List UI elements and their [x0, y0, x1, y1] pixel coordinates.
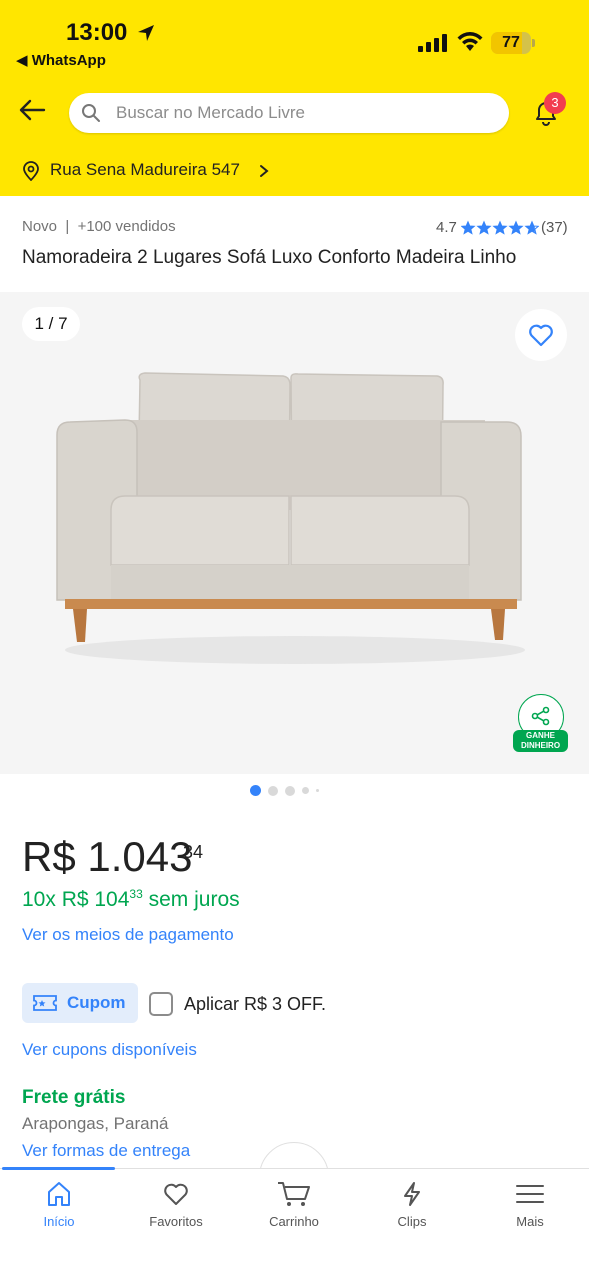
tab-label: Clips	[397, 1214, 427, 1229]
rating-value: 4.7	[436, 219, 457, 236]
tab-label: Início	[43, 1214, 75, 1229]
apply-coupon-checkbox[interactable]	[149, 992, 173, 1016]
home-icon	[48, 1182, 70, 1206]
battery-indicator: 77	[491, 32, 535, 54]
back-to-app-link[interactable]: ◀ WhatsApp	[16, 51, 106, 69]
tab-label: Mais	[516, 1214, 544, 1229]
tab-clips[interactable]: Clips	[353, 1180, 471, 1229]
search-input[interactable]: Buscar no Mercado Livre	[69, 93, 509, 133]
favorite-button[interactable]	[515, 309, 567, 361]
battery-percent: 77	[502, 34, 520, 51]
ticket-icon	[33, 995, 57, 1011]
product-condition: Novo | +100 vendidos	[22, 218, 176, 235]
location-arrow-icon	[138, 25, 154, 41]
price-main: R$ 1.043	[22, 833, 193, 880]
active-tab-indicator	[2, 1167, 115, 1170]
product-title: Namoradeira 2 Lugares Sofá Luxo Conforto…	[22, 247, 517, 268]
delivery-options-link[interactable]: Ver formas de entrega	[22, 1141, 190, 1161]
clips-icon	[404, 1182, 420, 1206]
star-icon	[476, 220, 492, 235]
heart-icon	[164, 1183, 188, 1205]
share-icon	[531, 706, 550, 726]
rating-stars	[461, 220, 539, 235]
tab-carrinho[interactable]: Carrinho	[235, 1180, 353, 1229]
coupon-button[interactable]: Cupom	[22, 983, 138, 1023]
tab-label: Favoritos	[149, 1214, 203, 1229]
pagination-dot	[302, 787, 309, 794]
menu-icon	[516, 1185, 544, 1203]
price-cents: 34	[183, 842, 204, 862]
share-earn-label: GANHE DINHEIRO	[513, 730, 568, 752]
free-shipping-title: Frete grátis	[22, 1087, 126, 1108]
product-image-sofa	[56, 372, 525, 664]
heart-icon	[529, 324, 553, 347]
tab-favoritos[interactable]: Favoritos	[117, 1180, 235, 1229]
notification-badge: 3	[544, 92, 566, 114]
pagination-dot	[285, 785, 295, 796]
tab-label: Carrinho	[269, 1214, 319, 1229]
tab-mais[interactable]: Mais	[471, 1180, 589, 1229]
search-placeholder: Buscar no Mercado Livre	[116, 103, 305, 122]
star-icon	[461, 220, 476, 235]
shipping-origin: Arapongas, Paraná	[22, 1114, 169, 1133]
delivery-address[interactable]: Rua Sena Madureira 547	[50, 160, 240, 180]
back-arrow-icon[interactable]	[18, 98, 46, 122]
cell-signal-icon	[418, 34, 447, 52]
image-counter: 1 / 7	[22, 307, 80, 341]
star-icon	[508, 220, 524, 235]
coupon-label: Cupom	[67, 993, 126, 1012]
status-time: 13:00	[66, 19, 128, 46]
star-icon	[492, 220, 508, 235]
location-pin-icon	[23, 161, 39, 181]
search-icon	[82, 104, 100, 122]
installments: 10x R$ 10433 sem juros	[22, 887, 240, 911]
coupons-link[interactable]: Ver cupons disponíveis	[22, 1040, 197, 1060]
rating-count[interactable]: (37)	[541, 219, 568, 236]
pagination-dot	[268, 785, 278, 796]
star-icon	[524, 220, 539, 235]
cart-icon	[278, 1182, 310, 1206]
apply-coupon-text: Aplicar R$ 3 OFF.	[184, 994, 327, 1014]
payment-methods-link[interactable]: Ver os meios de pagamento	[22, 925, 234, 945]
wifi-icon	[457, 32, 483, 51]
pagination-dot	[250, 785, 261, 796]
chevron-right-icon	[260, 165, 269, 177]
pagination-dot	[316, 789, 319, 792]
tab-inicio[interactable]: Início	[0, 1180, 118, 1229]
